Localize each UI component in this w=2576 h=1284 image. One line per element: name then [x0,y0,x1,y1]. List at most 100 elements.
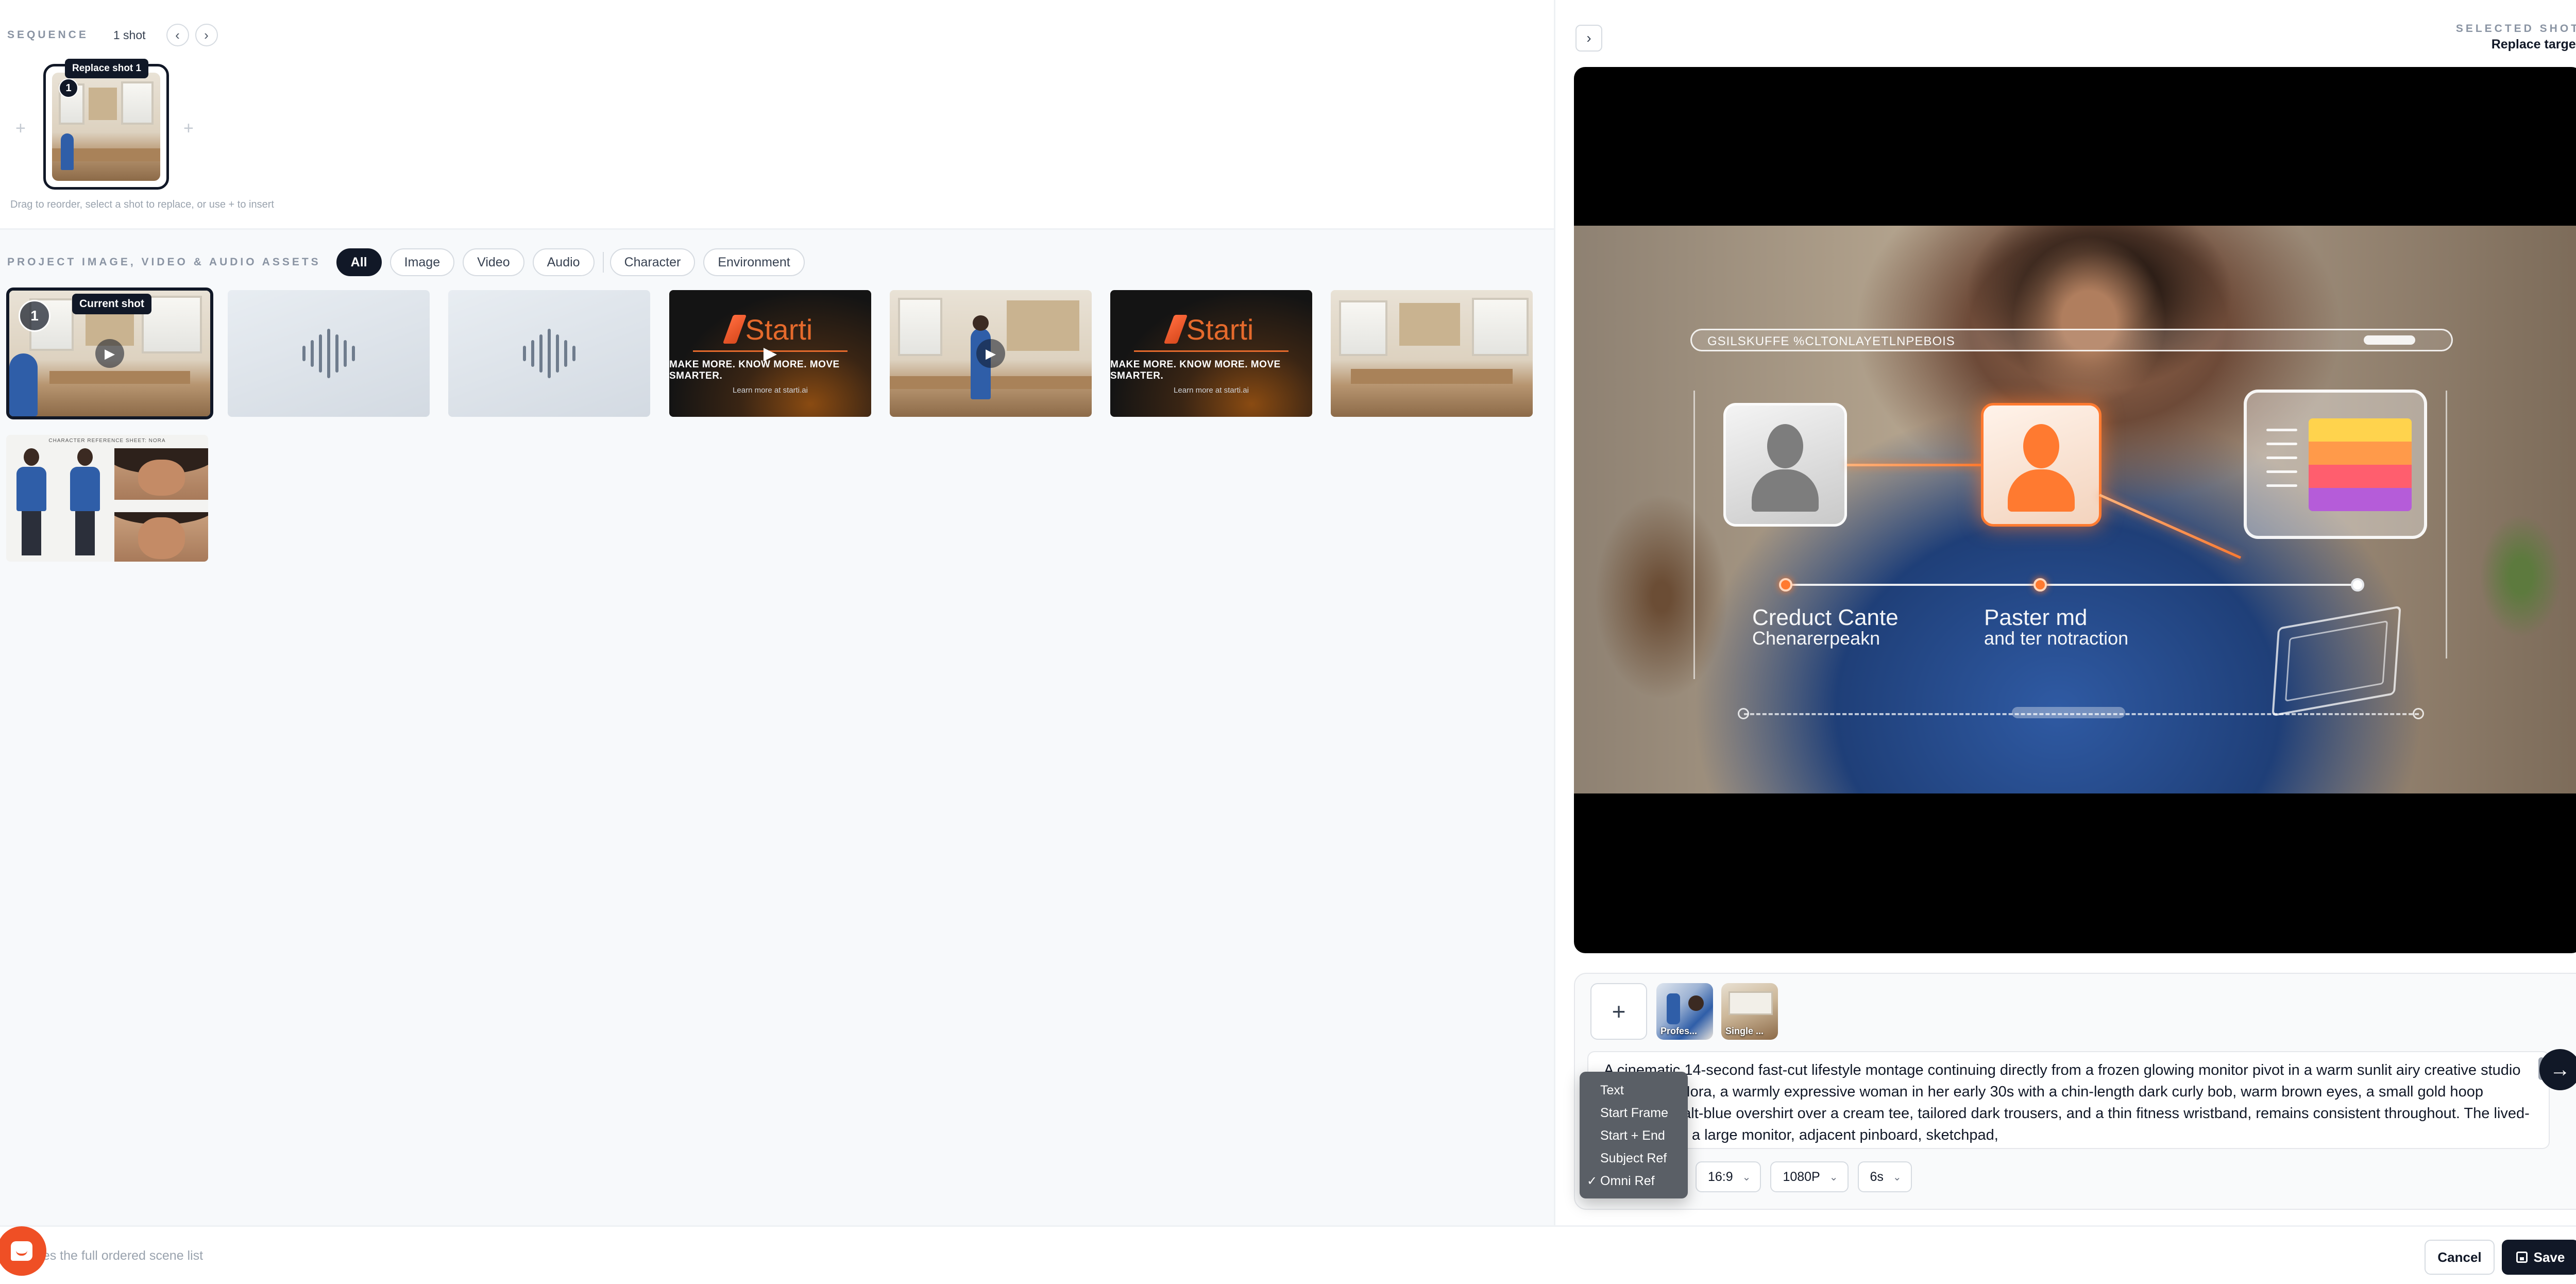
left-panel: SEQUENCE 1 shot ‹ › + 1 Replace shot 1 +… [0,0,1554,1225]
reference-thumbnail-1[interactable]: Profes... [1656,983,1713,1040]
hologram-label-1-sub: Chenarerpeakn [1752,628,1880,649]
check-icon: ✓ [1587,1174,1598,1188]
send-button[interactable]: → [2539,1049,2576,1090]
prompt-text: A cinematic 14-second fast-cut lifestyle… [1604,1062,2530,1143]
chevron-left-icon: ‹ [175,27,180,43]
footer-bar: rites the full ordered scene list [0,1225,2576,1284]
filter-all[interactable]: All [336,248,382,276]
person-icon [1752,424,1819,512]
current-shot-badge: 1 [19,300,50,332]
asset-tile-brand-video-2[interactable]: Starti MAKE MORE. KNOW MORE. MOVE SMARTE… [1110,290,1312,417]
play-icon: ▶ [763,344,777,363]
duration-select[interactable]: 6s ⌄ [1857,1161,1912,1192]
waveform-icon [302,329,355,378]
asset-tile-brand-video-1[interactable]: Starti MAKE MORE. KNOW MORE. MOVE SMARTE… [669,290,871,417]
filter-image[interactable]: Image [389,248,455,276]
asset-tile-studio-image[interactable] [1331,290,1533,417]
reference-label: Single ... [1725,1026,1764,1036]
sequence-nav: ‹ › [166,24,218,46]
chevron-down-icon: ⌄ [1829,1171,1838,1183]
assets-header: PROJECT IMAGE, VIDEO & AUDIO ASSETS All … [7,247,813,277]
chevron-right-icon: › [1586,30,1591,46]
mode-option-start-frame[interactable]: Start Frame [1580,1102,1688,1124]
hologram-label-1: Creduct Cante [1752,605,1899,630]
mode-option-subject-ref[interactable]: Subject Ref [1580,1147,1688,1170]
sequence-next-button[interactable]: › [195,24,218,46]
reference-thumbnail-2[interactable]: Single ... [1721,983,1778,1040]
asset-tile-studio-video[interactable]: ▶ [890,290,1092,417]
play-icon: ▶ [95,339,124,368]
plus-icon: + [1612,998,1626,1025]
filter-video[interactable]: Video [463,248,524,276]
arrow-right-icon: → [2550,1058,2570,1081]
chevron-down-icon: ⌄ [1742,1171,1751,1183]
brand-url: Learn more at starti.ai [1174,385,1249,395]
asset-tile-audio-2[interactable] [448,290,650,417]
app-root: SEQUENCE 1 shot ‹ › + 1 Replace shot 1 +… [0,0,2576,1284]
hologram-bar-text: GSILSKUFFE %CLTONLAYETLNPEBOIS [1707,334,1955,348]
footer-hint: rites the full ordered scene list [32,1248,204,1263]
insert-before-button[interactable]: + [15,119,26,139]
mode-dropdown-menu: Text Start Frame Start + End Subject Ref… [1580,1072,1688,1198]
character-back-figure [67,448,103,556]
sequence-count: 1 shot [113,28,146,42]
mode-option-text[interactable]: Text [1580,1079,1688,1102]
brand-tagline: MAKE MORE. KNOW MORE. MOVE SMARTER. [1110,359,1281,381]
hologram-profile-card-gray [1723,403,1847,527]
sequence-prev-button[interactable]: ‹ [166,24,189,46]
sequence-strip: + 1 Replace shot 1 + [0,57,1554,191]
hologram-dashboard-card [2244,390,2427,539]
chevron-down-icon: ⌄ [1892,1171,1902,1183]
chat-icon [11,1241,32,1261]
filter-environment[interactable]: Environment [703,248,805,276]
person-icon [2008,424,2075,512]
preview-frame-image: GSILSKUFFE %CLTONLAYETLNPEBOIS Creduct C… [1574,226,2576,793]
save-button[interactable]: Save [2502,1240,2576,1275]
character-portrait [114,448,208,500]
hologram-search-bar: GSILSKUFFE %CLTONLAYETLNPEBOIS [1690,329,2453,351]
cancel-button[interactable]: Cancel [2425,1240,2495,1275]
assets-panel: PROJECT IMAGE, VIDEO & AUDIO ASSETS All … [0,228,1554,1225]
resolution-select[interactable]: 1080P ⌄ [1770,1161,1849,1192]
selected-shot-label: SELECTED SHOT [2455,23,2576,35]
hologram-label-2: Paster md [1984,605,2088,630]
studio-environment-image [1331,290,1533,417]
chevron-right-icon: › [204,27,209,43]
current-shot-tooltip: Current shot [72,294,151,314]
asset-tile-character-sheet[interactable]: CHARACTER REFERENCE SHEET: NORA [6,435,208,562]
sequence-header: SEQUENCE 1 shot ‹ › [7,24,218,46]
character-closeup [114,512,208,562]
hologram-label-2-sub: and ter notraction [1984,628,2129,649]
prompt-composer: + Profes... Single ... A cinematic 14-se… [1574,973,2576,1210]
shot-number-badge: 1 [59,78,78,98]
brand-url: Learn more at starti.ai [733,385,808,395]
play-icon: ▶ [976,339,1005,368]
character-sheet-title: CHARACTER REFERENCE SHEET: NORA [48,438,166,444]
aspect-ratio-select[interactable]: 16:9 ⌄ [1696,1161,1761,1192]
filter-character[interactable]: Character [609,248,696,276]
starti-logo: Starti [1163,313,1253,346]
asset-tile-current-shot[interactable]: ▶ 1 Current shot [6,288,213,419]
sequence-label: SEQUENCE [7,29,89,41]
character-front-figure [13,448,49,556]
insert-after-button[interactable]: + [183,119,194,139]
selected-shot-target: Replace target [2491,37,2576,52]
reference-label: Profes... [1660,1026,1698,1036]
assets-label: PROJECT IMAGE, VIDEO & AUDIO ASSETS [7,256,321,268]
mode-option-start-end[interactable]: Start + End [1580,1124,1688,1147]
add-reference-button[interactable]: + [1590,983,1647,1040]
collapse-panel-button[interactable]: › [1575,25,1602,52]
hologram-cube [2272,605,2401,717]
waveform-icon [523,329,575,378]
asset-tile-audio-1[interactable] [228,290,430,417]
filter-divider [602,252,604,273]
mode-option-omni-ref[interactable]: ✓ Omni Ref [1580,1170,1688,1192]
save-icon [2516,1252,2528,1263]
replace-shot-tooltip: Replace shot 1 [65,59,149,78]
filter-audio[interactable]: Audio [532,248,595,276]
shot-preview[interactable]: GSILSKUFFE %CLTONLAYETLNPEBOIS Creduct C… [1574,67,2576,953]
sequence-hint: Drag to reorder, select a shot to replac… [10,199,274,210]
starti-logo: Starti [722,313,812,346]
right-panel: › SELECTED SHOT Replace target GSILSKUFF… [1554,0,2576,1225]
prompt-textarea[interactable]: A cinematic 14-second fast-cut lifestyle… [1587,1051,2550,1149]
